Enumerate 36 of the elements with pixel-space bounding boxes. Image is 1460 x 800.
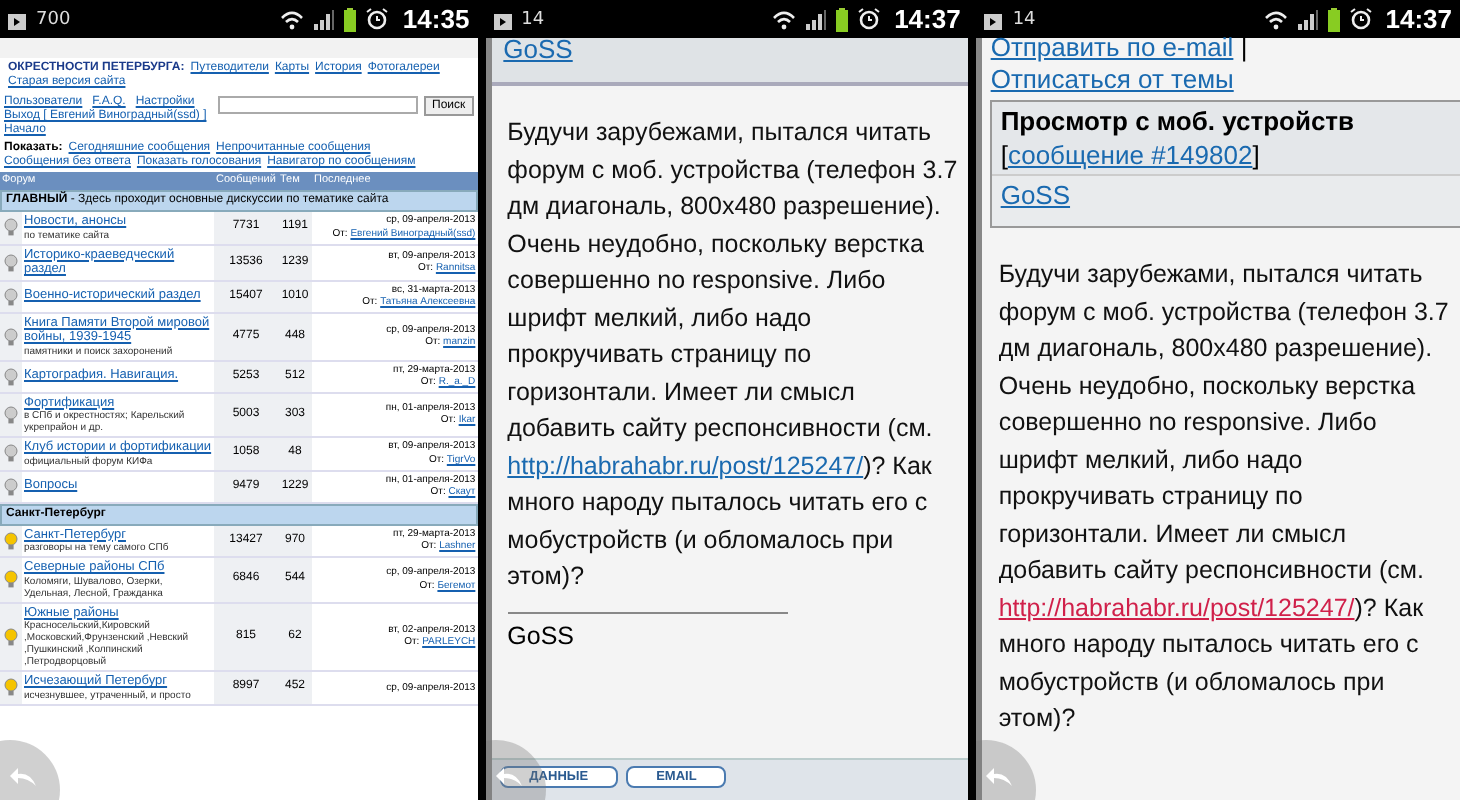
signal-icon [806, 9, 827, 29]
search-field[interactable] [218, 96, 419, 114]
battery-icon [836, 7, 849, 31]
back-arrow-icon [10, 768, 38, 788]
post-text: Будучи зарубежами, пытался читать форум с моб. устройства (телефон 3.7 дм диагональ, 800x480 разрешение). Очень неудобно, поскольку верстка совершенно no responsive. Либо шрифт мелкий, либо надо прокручивать страницу по горизонтали. Имеет ли смысл добавить сайту респонсивности (см. http://habrahabr.ru/post/125247/)? Как много народу пыталось читать его с мобустройств (и обломалось при этом)? [505, 116, 960, 594]
alarm-clock-icon [858, 8, 881, 30]
post-link[interactable]: http://habrahabr.ru/post/125247/ [998, 593, 1355, 621]
notification-text: 14 [1012, 9, 1036, 29]
email-link[interactable]: Отправить по e-mail [990, 32, 1234, 62]
unsubscribe-link[interactable]: Отписаться от темы [990, 64, 1234, 94]
back-arrow-icon [495, 768, 524, 788]
bracket: [ [1000, 140, 1008, 170]
bracket: ] [1252, 140, 1260, 170]
back-arrow-icon [986, 768, 1015, 788]
post-link[interactable]: http://habrahabr.ru/post/125247/ [507, 451, 864, 479]
author-link[interactable]: GoSS [1000, 180, 1071, 210]
signal-icon [314, 9, 335, 29]
notification-text: 14 [521, 9, 545, 29]
battery-icon [1327, 7, 1340, 31]
author-link[interactable]: GoSS [503, 34, 573, 64]
battery-icon [344, 7, 357, 31]
wifi-icon [1263, 9, 1288, 29]
post-title: Просмотр с моб. устройств [998, 104, 1357, 140]
wifi-icon [280, 9, 305, 29]
signal-icon [1297, 9, 1318, 29]
alarm-clock-icon [366, 8, 389, 30]
post-text: Будучи зарубежами, пытался читать форум с моб. устройства (телефон 3.7 дм диагональ, 800x480 разрешение). Очень неудобно, поскольку верстка совершенно no responsive. Либо шрифт мелкий, либо надо прокручивать страницу по горизонтали. Имеет ли смысл добавить сайту респонсивности (см. http://habrahabr.ru/post/125247/)? Как много народу пыталось читать его с мобустройств (и обломалось при этом)? [996, 258, 1451, 736]
alarm-clock-icon [1349, 8, 1372, 30]
clock-time: 14:37 [1385, 4, 1452, 34]
signature: GoSS [505, 621, 577, 649]
wifi-icon [772, 9, 797, 29]
link-separator: | [1240, 32, 1248, 62]
notification-text: 700 [36, 9, 71, 29]
clock-time: 14:35 [402, 4, 470, 34]
clock-time: 14:37 [894, 4, 961, 34]
message-link[interactable]: сообщение #149802 [1007, 140, 1253, 170]
